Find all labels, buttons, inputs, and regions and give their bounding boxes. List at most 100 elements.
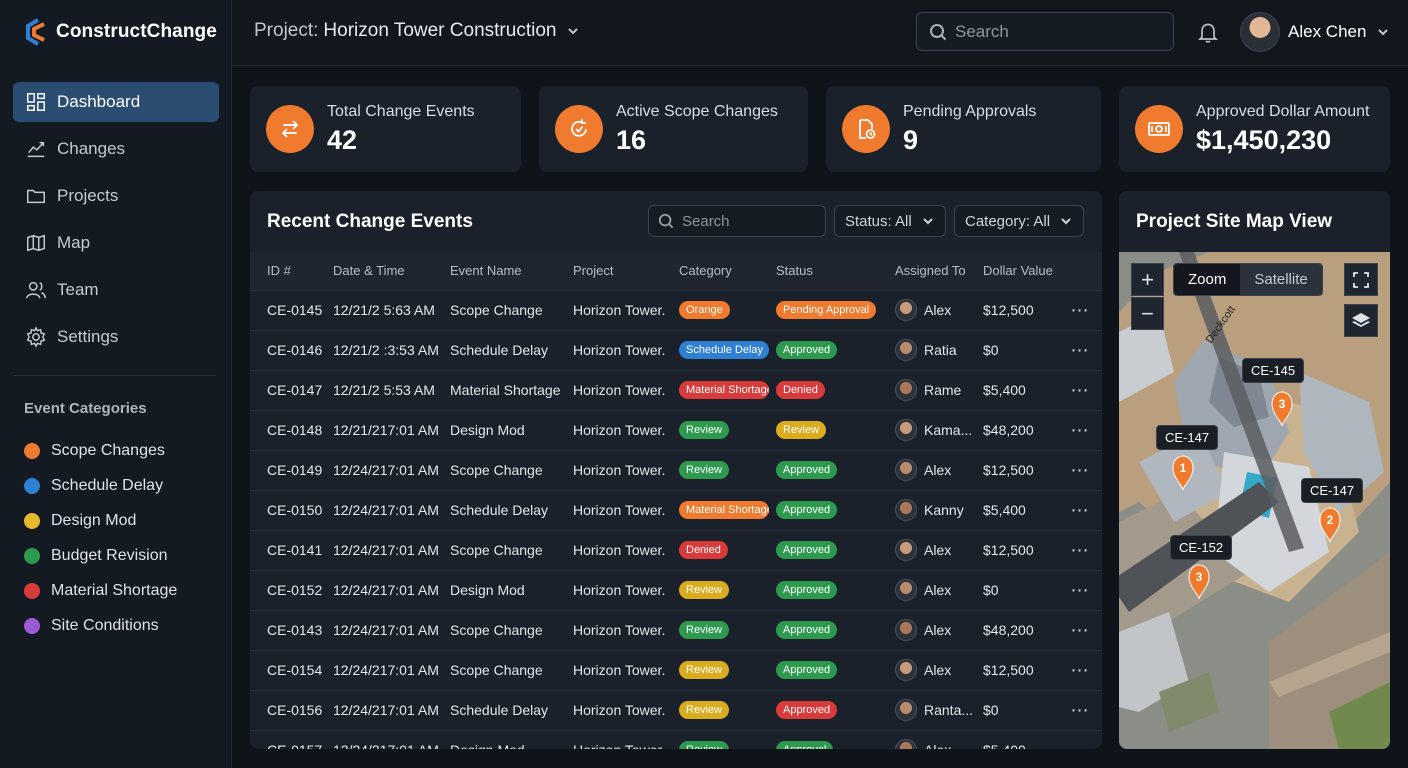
more-options-icon[interactable]: ⋯ <box>1058 410 1102 450</box>
category-badge: Review <box>679 661 730 680</box>
brand[interactable]: ConstructChange <box>24 16 217 48</box>
assignee: Kanny <box>895 499 983 521</box>
cell-category: Material Shortage <box>679 490 776 530</box>
sidebar-item-settings[interactable]: Settings <box>13 317 219 357</box>
stat-card-pending-approvals[interactable]: Pending Approvals 9 <box>826 86 1101 172</box>
assignee-name: Alex <box>924 462 952 478</box>
map-marker-tag[interactable]: CE-147 <box>1301 478 1364 503</box>
zoom-in-button[interactable]: + <box>1131 263 1164 296</box>
more-options-icon[interactable]: ⋯ <box>1058 690 1102 730</box>
table-row[interactable]: CE-015712/24/217:01 AMDesign ModHorizon … <box>250 730 1102 749</box>
more-options-icon[interactable]: ⋯ <box>1058 450 1102 490</box>
table-search-input[interactable] <box>682 212 822 230</box>
table-row[interactable]: CE-0156 12/24/217:01 AM Schedule Delay Hori… <box>250 690 1102 730</box>
category-dot <box>24 512 40 529</box>
more-options-icon[interactable]: ⋯ <box>1058 370 1102 410</box>
sidebar-item-map[interactable]: Map <box>13 223 219 263</box>
more-options-icon[interactable]: ⋯ <box>1058 570 1102 610</box>
project-selector[interactable]: Project: Horizon Tower Construction <box>254 20 580 42</box>
category-design-mod[interactable]: Design Mod <box>24 503 177 538</box>
column-header-actions <box>1058 252 1102 290</box>
map-type-zoom[interactable]: Zoom <box>1174 264 1241 295</box>
cell-event-name: Scope Change <box>450 542 543 558</box>
category-filter-dropdown[interactable]: Category: All <box>954 205 1084 237</box>
assignee-name: Alex <box>924 622 952 638</box>
status-badge: Approved <box>776 541 838 560</box>
cell-dollar-value: $5,400 <box>983 730 1058 749</box>
sidebar-item-projects[interactable]: Projects <box>13 176 219 216</box>
cell-project: Horizon Tower. <box>573 662 666 678</box>
table-row[interactable]: CE-0154 12/24/217:01 AM Scope Change Horizo… <box>250 650 1102 690</box>
column-header[interactable]: Project <box>573 252 679 290</box>
map-type-satellite[interactable]: Satellite <box>1240 264 1322 295</box>
table-row[interactable]: CE-0149 12/24/217:01 AM Scope Change Horizo… <box>250 450 1102 490</box>
cell-status: Approved <box>776 570 895 610</box>
map-marker-tag[interactable]: CE-145 <box>1242 358 1305 383</box>
category-dot <box>24 477 40 494</box>
global-search[interactable] <box>916 12 1174 51</box>
zoom-out-button[interactable]: − <box>1131 297 1164 330</box>
more-options-icon[interactable]: ⋯ <box>1058 650 1102 690</box>
table-row[interactable]: CE-0150 12/24/217:01 AM Schedule Delay Hori… <box>250 490 1102 530</box>
table-row[interactable]: CE-0146 12/21/2 :3:53 AM Schedule Delay Hor… <box>250 330 1102 370</box>
sidebar-item-label: Projects <box>57 186 119 205</box>
cell-status: Pending Approval <box>776 290 895 330</box>
column-header[interactable]: Event Name <box>450 252 573 290</box>
column-header[interactable]: Category <box>679 252 776 290</box>
global-search-input[interactable] <box>955 21 1155 42</box>
cell-assigned-to: Rame <box>895 370 983 410</box>
table-search[interactable] <box>648 205 826 237</box>
fullscreen-icon <box>1353 271 1369 288</box>
map-marker-tag[interactable]: CE-152 <box>1170 535 1233 560</box>
sidebar-item-dashboard[interactable]: Dashboard <box>13 82 219 122</box>
more-options-icon[interactable]: ⋯ <box>1058 490 1102 530</box>
stat-value: 42 <box>327 124 358 155</box>
category-scope-changes[interactable]: Scope Changes <box>24 433 177 468</box>
table-row[interactable]: CE-0145 12/21/2 5:63 AM Scope Change Horizo… <box>250 290 1102 330</box>
column-header[interactable]: Date & Time <box>333 252 450 290</box>
more-options-icon[interactable]: ⋯ <box>1058 290 1102 330</box>
column-header[interactable]: ID # <box>250 252 333 290</box>
chevron-down-icon <box>1061 218 1071 225</box>
table-row[interactable]: CE-0143 12/24/217:01 AM Scope Change Horizo… <box>250 610 1102 650</box>
dashboard-icon <box>27 93 45 111</box>
fullscreen-button[interactable] <box>1344 263 1378 296</box>
table-row[interactable]: CE-0152 12/24/217:01 AM Design Mod Horizon … <box>250 570 1102 610</box>
table-row[interactable]: CE-0147 12/21/2 5:53 AM Material Shortage H… <box>250 370 1102 410</box>
category-site-conditions[interactable]: Site Conditions <box>24 608 177 643</box>
column-header[interactable]: Assigned To <box>895 252 983 290</box>
category-material-shortage[interactable]: Material Shortage <box>24 573 177 608</box>
status-filter-dropdown[interactable]: Status: All <box>834 205 946 237</box>
map-marker-tag[interactable]: CE-147 <box>1156 425 1219 450</box>
category-budget-revision[interactable]: Budget Revision <box>24 538 177 573</box>
cell-project: Horizon Tower. <box>573 702 666 718</box>
bell-icon[interactable] <box>1196 20 1220 44</box>
more-options-icon[interactable]: ⋯ <box>1058 330 1102 370</box>
marker-number: 3 <box>1279 397 1286 411</box>
cell-id: CE-0157 <box>250 730 333 749</box>
team-icon <box>26 281 46 299</box>
sidebar-item-team[interactable]: Team <box>13 270 219 310</box>
stat-card-total-change-events[interactable]: Total Change Events 42 <box>250 86 521 172</box>
column-header[interactable]: Dollar Value <box>983 252 1058 290</box>
sidebar-item-changes[interactable]: Changes <box>13 129 219 169</box>
table-row[interactable]: CE-0148 12/21/217:01 AM Design Mod Horizon … <box>250 410 1102 450</box>
sidebar-item-label: Changes <box>57 139 126 158</box>
stat-card-active-scope-changes[interactable]: Active Scope Changes 16 <box>539 86 808 172</box>
status-badge: Approved <box>776 661 838 680</box>
layers-button[interactable] <box>1344 304 1378 337</box>
category-schedule-delay[interactable]: Schedule Delay <box>24 468 177 503</box>
category-badge: Review <box>679 741 730 749</box>
stat-value: 9 <box>903 124 919 155</box>
table-row[interactable]: CE-0141 12/24/217:01 AM Scope Change Horizo… <box>250 530 1102 570</box>
more-options-icon[interactable]: ⋯ <box>1058 610 1102 650</box>
more-options-icon[interactable]: ⋯ <box>1058 730 1102 749</box>
column-header[interactable]: Status <box>776 252 895 290</box>
cell-id: CE-0148 <box>267 422 323 438</box>
stat-label: Active Scope Changes <box>616 102 778 120</box>
cell-project: Horizon Tower. <box>573 582 666 598</box>
stat-card-approved-dollar-amount[interactable]: Approved Dollar Amount $1,450,230 <box>1119 86 1390 172</box>
category-badge: Review <box>679 581 730 600</box>
user-menu[interactable]: Alex Chen <box>1240 12 1390 52</box>
more-options-icon[interactable]: ⋯ <box>1058 530 1102 570</box>
